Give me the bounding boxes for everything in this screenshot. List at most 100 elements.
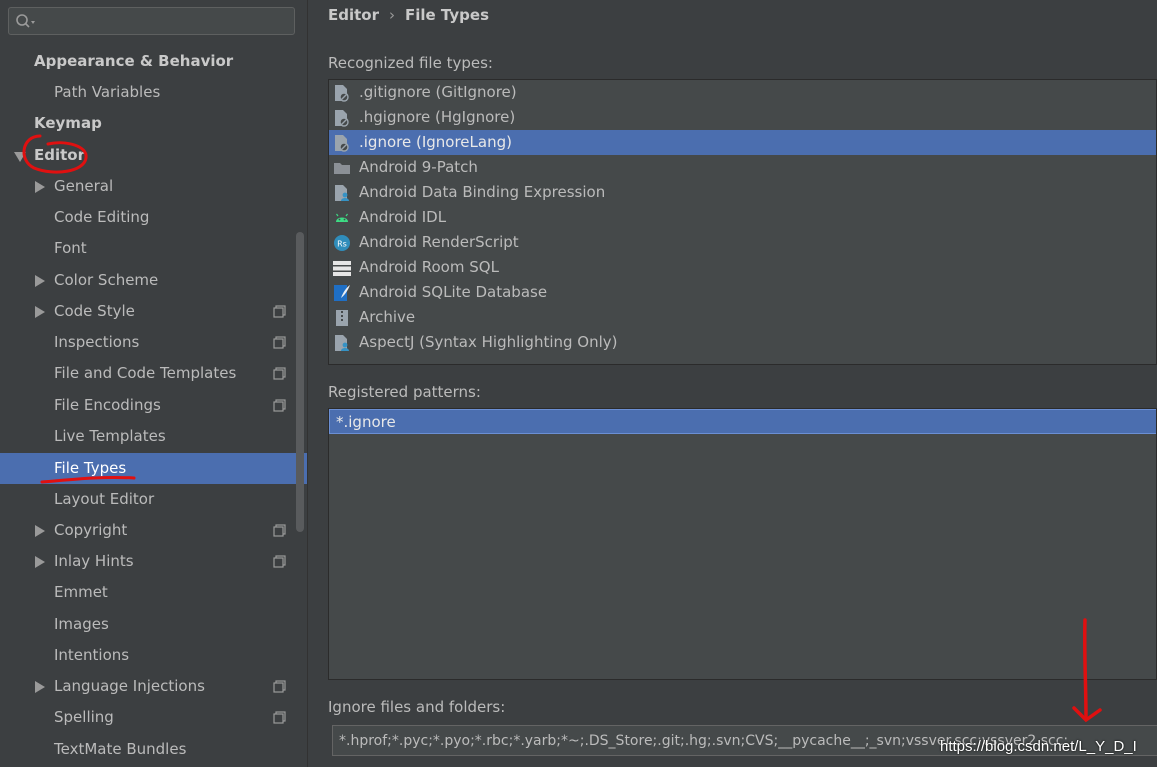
ignore-file-icon	[335, 85, 349, 102]
file-user-icon	[335, 185, 349, 201]
settings-sidebar: Appearance & Behavior Path Variables Key…	[0, 0, 308, 767]
tree-item-spelling[interactable]: Spelling	[0, 702, 307, 733]
file-type-row[interactable]: .hgignore (HgIgnore)	[329, 105, 1156, 130]
tree-item-appearance-behavior[interactable]: Appearance & Behavior	[0, 46, 307, 77]
registered-patterns-list[interactable]: *.ignore	[328, 408, 1157, 680]
file-type-row[interactable]: AspectJ (Syntax Highlighting Only)	[329, 330, 1156, 355]
breadcrumb-separator: ›	[389, 6, 395, 24]
tree-item-inlay-hints[interactable]: Inlay Hints	[0, 546, 307, 577]
file-type-label: .gitignore (GitIgnore)	[359, 83, 517, 101]
file-type-row[interactable]: Android SQLite Database	[329, 280, 1156, 305]
tree-item-font[interactable]: Font	[0, 233, 307, 264]
project-settings-icon	[273, 336, 286, 349]
file-user-icon	[335, 335, 349, 351]
tree-item-label: Path Variables	[54, 83, 161, 101]
tree-item-label: Spelling	[54, 708, 114, 726]
tree-item-label: Font	[54, 239, 87, 257]
tree-item-color-scheme[interactable]: Color Scheme	[0, 265, 307, 296]
tree-item-inspections[interactable]: Inspections	[0, 327, 307, 358]
tree-item-copyright[interactable]: Copyright	[0, 515, 307, 546]
file-type-label: .ignore (IgnoreLang)	[359, 133, 512, 151]
tree-item-code-style[interactable]: Code Style	[0, 296, 307, 327]
tree-item-label: Code Style	[54, 302, 135, 320]
tree-item-label: Emmet	[54, 583, 108, 601]
tree-item-label: General	[54, 177, 114, 195]
tree-item-label: Code Editing	[54, 208, 150, 226]
chevron-down-icon[interactable]	[14, 152, 26, 162]
settings-search-box[interactable]	[8, 7, 295, 35]
breadcrumb-parent[interactable]: Editor	[328, 6, 379, 24]
project-settings-icon	[273, 711, 286, 724]
sidebar-scrollbar[interactable]	[296, 232, 304, 532]
tree-item-label: File and Code Templates	[54, 364, 237, 382]
file-type-row[interactable]: Android IDL	[329, 205, 1156, 230]
tree-item-images[interactable]: Images	[0, 609, 307, 640]
tree-item-label: Images	[54, 615, 109, 633]
file-type-label: AspectJ (Syntax Highlighting Only)	[359, 333, 618, 351]
tree-item-live-templates[interactable]: Live Templates	[0, 421, 307, 452]
registered-patterns-label: Registered patterns:	[328, 383, 481, 401]
tree-item-label: Live Templates	[54, 427, 166, 445]
watermark: https://blog.csdn.net/L_Y_D_I	[940, 738, 1137, 755]
file-type-label: Android RenderScript	[359, 233, 519, 251]
tree-item-label: Layout Editor	[54, 490, 155, 508]
file-type-row[interactable]: Archive	[329, 305, 1156, 330]
tree-item-path-variables[interactable]: Path Variables	[0, 77, 307, 108]
tree-item-general[interactable]: General	[0, 171, 307, 202]
tree-item-textmate-bundles[interactable]: TextMate Bundles	[0, 734, 307, 765]
folder-icon	[334, 163, 350, 174]
ignore-files-label: Ignore files and folders:	[328, 698, 506, 716]
file-type-label: Android Room SQL	[359, 258, 499, 276]
file-type-label: Android Data Binding Expression	[359, 183, 606, 201]
chevron-right-icon[interactable]	[35, 181, 45, 193]
tree-item-label: File Types	[54, 459, 127, 477]
chevron-right-icon[interactable]	[35, 306, 45, 318]
tree-item-label: Color Scheme	[54, 271, 159, 289]
breadcrumb-current: File Types	[405, 6, 489, 24]
search-icon[interactable]	[15, 13, 39, 31]
file-types-panel: Editor › File Types Recognized file types:…	[308, 0, 1157, 767]
tree-item-file-code-templates[interactable]: File and Code Templates	[0, 358, 307, 389]
file-type-row[interactable]: .ignore (IgnoreLang)	[329, 130, 1156, 155]
tree-item-label: Intentions	[54, 646, 130, 664]
chevron-right-icon[interactable]	[35, 556, 45, 568]
file-type-row[interactable]: Android Data Binding Expression	[329, 180, 1156, 205]
chevron-right-icon[interactable]	[35, 275, 45, 287]
tree-item-label: Language Injections	[54, 677, 205, 695]
file-type-row[interactable]: Rs Android RenderScript	[329, 230, 1156, 255]
table-icon	[333, 261, 351, 276]
sqlite-icon	[334, 285, 350, 301]
file-type-row[interactable]: Android Room SQL	[329, 255, 1156, 280]
file-type-label: Android IDL	[359, 208, 447, 226]
pattern-row[interactable]: *.ignore	[329, 409, 1156, 434]
tree-item-label: File Encodings	[54, 396, 161, 414]
tree-item-intentions[interactable]: Intentions	[0, 640, 307, 671]
project-settings-icon	[273, 399, 286, 412]
settings-search-input[interactable]	[41, 10, 290, 34]
file-type-label: Android 9-Patch	[359, 158, 478, 176]
tree-item-label: Keymap	[34, 114, 102, 132]
tree-item-layout-editor[interactable]: Layout Editor	[0, 484, 307, 515]
tree-item-label: Editor	[34, 146, 85, 164]
file-type-row[interactable]: Android 9-Patch	[329, 155, 1156, 180]
tree-item-label: Copyright	[54, 521, 128, 539]
recognized-file-types-list[interactable]: .gitignore (GitIgnore) .hgignore (HgIgnor…	[328, 79, 1157, 365]
file-type-label: Android SQLite Database	[359, 283, 548, 301]
project-settings-icon	[273, 305, 286, 318]
tree-item-file-encodings[interactable]: File Encodings	[0, 390, 307, 421]
file-type-row[interactable]: .gitignore (GitIgnore)	[329, 80, 1156, 105]
project-settings-icon	[273, 524, 286, 537]
tree-item-code-editing[interactable]: Code Editing	[0, 202, 307, 233]
ignore-file-icon	[335, 110, 349, 127]
tree-item-emmet[interactable]: Emmet	[0, 577, 307, 608]
project-settings-icon	[273, 367, 286, 380]
chevron-right-icon[interactable]	[35, 525, 45, 537]
tree-item-language-injections[interactable]: Language Injections	[0, 671, 307, 702]
archive-icon	[336, 310, 348, 326]
tree-item-editor[interactable]: Editor	[0, 140, 307, 171]
chevron-right-icon[interactable]	[35, 681, 45, 693]
recognized-file-types-label: Recognized file types:	[328, 54, 493, 72]
tree-item-label: Inlay Hints	[54, 552, 134, 570]
tree-item-file-types[interactable]: File Types	[0, 453, 307, 484]
tree-item-keymap[interactable]: Keymap	[0, 108, 307, 139]
